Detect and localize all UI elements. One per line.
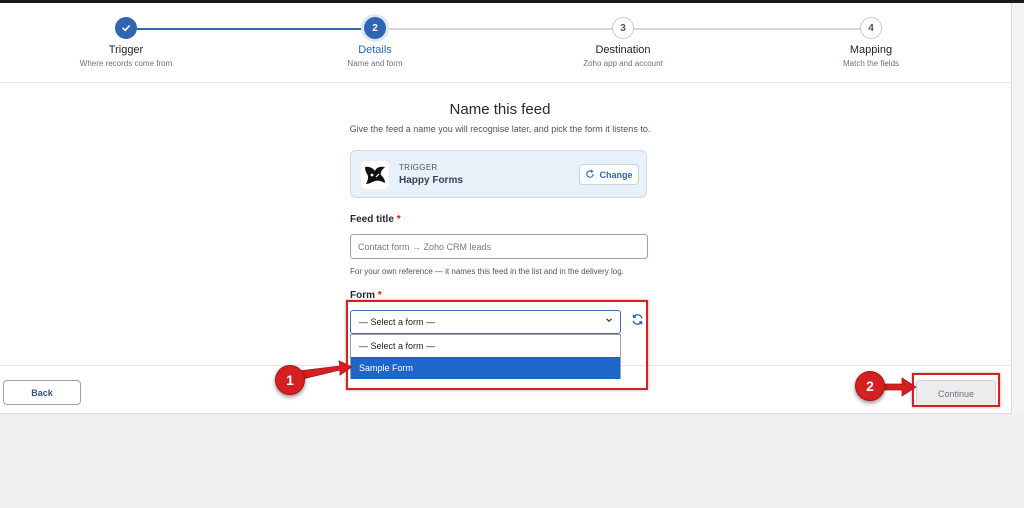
step-subtitle: Match the fields bbox=[842, 59, 900, 68]
step-destination[interactable]: 3 Destination Zoho app and account bbox=[533, 3, 713, 68]
step-done-check-icon bbox=[115, 17, 137, 39]
step-number: 3 bbox=[612, 17, 634, 39]
annotation-highlight-continue bbox=[912, 373, 1000, 407]
annotation-badge-1: 1 bbox=[275, 365, 305, 395]
trigger-name: Happy Forms bbox=[399, 175, 463, 186]
scrollbar[interactable] bbox=[1012, 3, 1024, 414]
refresh-icon bbox=[585, 169, 595, 181]
step-details[interactable]: 2 Details Name and form bbox=[285, 3, 465, 68]
step-title: Mapping bbox=[849, 44, 893, 56]
step-title: Destination bbox=[595, 44, 651, 56]
step-title: Details bbox=[358, 44, 392, 56]
trigger-kicker: TRIGGER bbox=[399, 163, 438, 172]
feed-title-help: For your own reference — it names this f… bbox=[350, 267, 624, 276]
step-mapping[interactable]: 4 Mapping Match the fields bbox=[781, 3, 961, 68]
page-title: Name this feed bbox=[449, 101, 551, 118]
stepper: Trigger Where records come from 2 Detail… bbox=[0, 3, 1012, 83]
annotation-highlight-form bbox=[346, 300, 648, 390]
annotation-badge-2: 2 bbox=[855, 371, 885, 401]
page-subtitle: Give the feed a name you will recognise … bbox=[349, 124, 651, 134]
step-subtitle: Where records come from bbox=[79, 59, 173, 68]
feed-title-label-text: Feed title bbox=[350, 214, 394, 225]
change-trigger-button[interactable]: Change bbox=[579, 164, 639, 185]
happy-forms-logo-icon bbox=[361, 161, 389, 189]
step-trigger[interactable]: Trigger Where records come from bbox=[36, 3, 216, 68]
required-mark: * bbox=[396, 214, 401, 225]
trigger-card: TRIGGER Happy Forms Change bbox=[350, 150, 647, 198]
step-title: Trigger bbox=[108, 44, 144, 56]
step-number: 4 bbox=[860, 17, 882, 39]
step-subtitle: Zoho app and account bbox=[583, 59, 663, 68]
change-button-label: Change bbox=[599, 169, 633, 180]
feed-title-label: Feed title * bbox=[350, 214, 401, 225]
back-button[interactable]: Back bbox=[3, 380, 81, 405]
step-number: 2 bbox=[364, 17, 386, 39]
step-subtitle: Name and form bbox=[347, 59, 403, 68]
feed-title-input[interactable] bbox=[350, 234, 648, 259]
